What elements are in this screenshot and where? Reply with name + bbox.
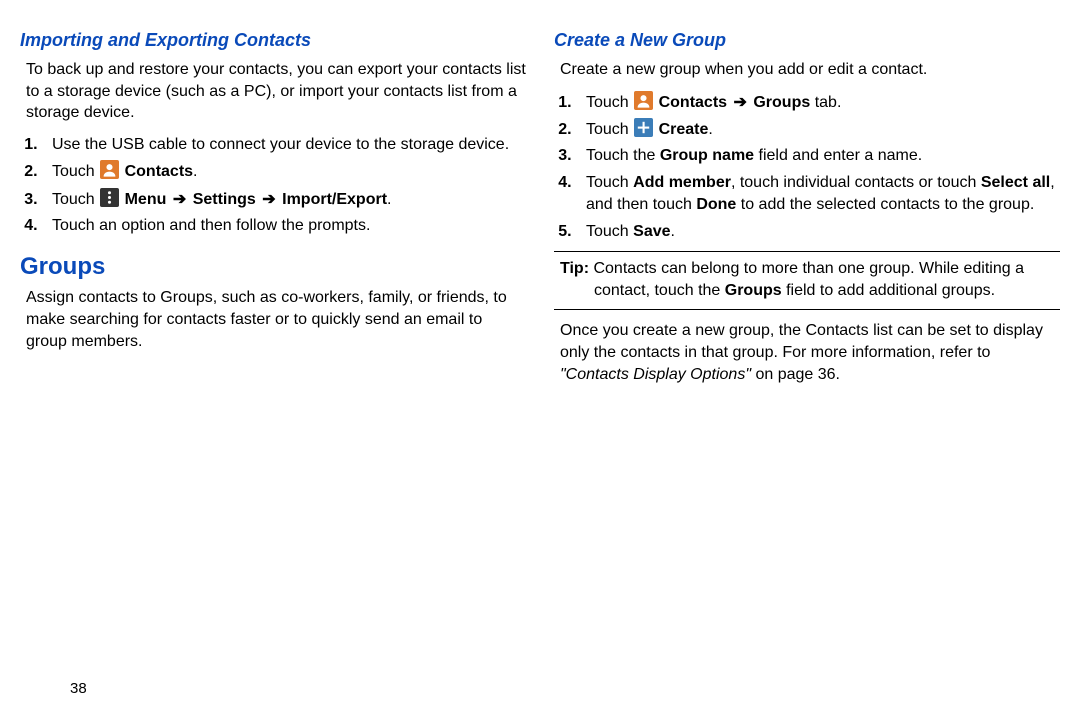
step-2: Touch Create. — [576, 118, 1060, 141]
step-5: Touch Save. — [576, 221, 1060, 243]
arrow-icon: ➔ — [732, 94, 749, 111]
step-3: Touch Menu ➔ Settings ➔ Import/Export. — [42, 188, 526, 211]
text: field to add additional groups. — [782, 282, 995, 299]
bold-text: Contacts — [659, 94, 727, 111]
arrow-icon: ➔ — [171, 191, 188, 208]
step-text: Use the USB cable to connect your device… — [52, 136, 509, 153]
text: Touch — [52, 163, 99, 180]
step-text: Touch Contacts ➔ Groups tab. — [586, 94, 841, 111]
paragraph-groups: Assign contacts to Groups, such as co-wo… — [20, 287, 526, 352]
step-3: Touch the Group name field and enter a n… — [576, 145, 1060, 167]
bold-text: Contacts — [125, 163, 193, 180]
right-column: Create a New Group Create a new group wh… — [554, 30, 1060, 402]
bold-text: Groups — [753, 94, 810, 111]
tip-label: Tip: — [560, 260, 589, 277]
text: . — [671, 223, 675, 240]
divider — [554, 309, 1060, 310]
text: on page 36. — [751, 366, 840, 383]
paragraph-create-group: Create a new group when you add or edit … — [554, 59, 1060, 81]
bold-text: Add member — [633, 174, 731, 191]
arrow-icon: ➔ — [260, 191, 277, 208]
step-2: Touch Contacts. — [42, 160, 526, 183]
heading-import-export: Importing and Exporting Contacts — [20, 30, 526, 51]
step-4: Touch Add member, touch individual conta… — [576, 172, 1060, 217]
heading-groups: Groups — [20, 253, 526, 281]
contacts-icon — [634, 91, 653, 110]
bold-text: Settings — [193, 191, 256, 208]
step-text: Touch Menu ➔ Settings ➔ Import/Export. — [52, 191, 391, 208]
step-1: Touch Contacts ➔ Groups tab. — [576, 91, 1060, 114]
bold-text: Done — [696, 196, 736, 213]
heading-create-group: Create a New Group — [554, 30, 1060, 51]
text: Touch the — [586, 147, 660, 164]
text: . — [387, 191, 391, 208]
text: Once you create a new group, the Contact… — [560, 322, 1043, 361]
text: Touch — [586, 174, 633, 191]
text: Touch — [586, 121, 633, 138]
steps-import-export: Use the USB cable to connect your device… — [20, 134, 526, 238]
plus-icon — [634, 118, 653, 137]
step-text: Touch Contacts. — [52, 163, 198, 180]
bold-text: Menu — [125, 191, 167, 208]
text: , touch individual contacts or touch — [731, 174, 981, 191]
text: to add the selected contacts to the grou… — [736, 196, 1034, 213]
step-text: Touch Create. — [586, 121, 713, 138]
bold-text: Import/Export — [282, 191, 387, 208]
text: field and enter a name. — [754, 147, 922, 164]
step-text: Touch an option and then follow the prom… — [52, 217, 370, 234]
step-text: Touch the Group name field and enter a n… — [586, 147, 922, 164]
bold-text: Select all — [981, 174, 1050, 191]
step-text: Touch Save. — [586, 223, 675, 240]
page-number: 38 — [70, 680, 87, 697]
text: Touch — [52, 191, 99, 208]
text: tab. — [810, 94, 841, 111]
steps-create-group: Touch Contacts ➔ Groups tab. Touch Creat… — [554, 91, 1060, 243]
text: . — [193, 163, 197, 180]
paragraph-after-tip: Once you create a new group, the Contact… — [554, 320, 1060, 386]
paragraph-import-export: To back up and restore your contacts, yo… — [20, 59, 526, 124]
menu-icon — [100, 188, 119, 207]
cross-reference: "Contacts Display Options" — [560, 366, 751, 383]
left-column: Importing and Exporting Contacts To back… — [20, 30, 526, 402]
text: Touch — [586, 94, 633, 111]
divider — [554, 251, 1060, 252]
step-4: Touch an option and then follow the prom… — [42, 215, 526, 237]
step-1: Use the USB cable to connect your device… — [42, 134, 526, 156]
contacts-icon — [100, 160, 119, 179]
text: . — [708, 121, 712, 138]
bold-text: Save — [633, 223, 670, 240]
text: Touch — [586, 223, 633, 240]
tip-block: Tip: Contacts can belong to more than on… — [554, 258, 1060, 301]
bold-text: Create — [659, 121, 709, 138]
bold-text: Groups — [725, 282, 782, 299]
step-text: Touch Add member, touch individual conta… — [586, 174, 1055, 213]
bold-text: Group name — [660, 147, 754, 164]
